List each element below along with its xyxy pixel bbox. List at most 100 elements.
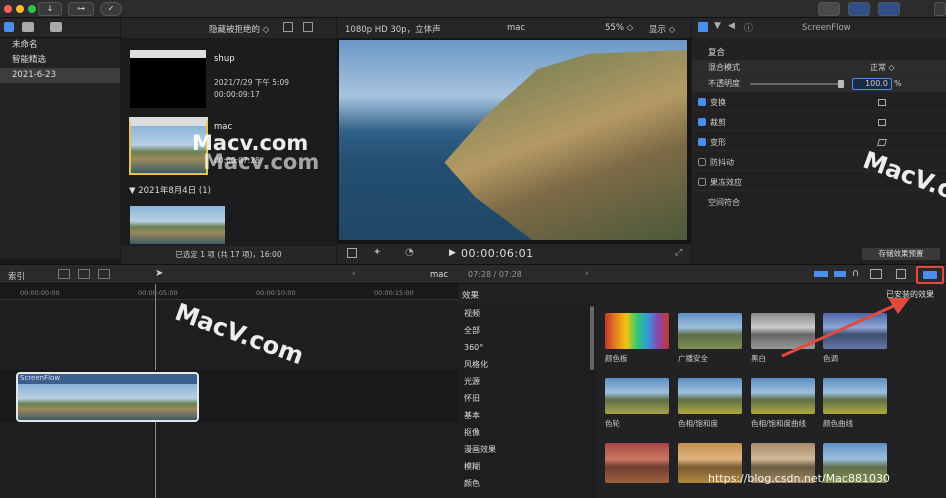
blend-mode-label: 混合模式 [708,63,740,72]
effects-icon [923,271,937,279]
keywords-button[interactable]: ⊶ [68,2,94,16]
close-window-button[interactable] [4,5,12,13]
timeline-clip[interactable]: ScreenFlow [16,372,199,422]
video-inspector-icon[interactable] [698,22,708,32]
back-arrow-icon[interactable]: ‹ [352,269,356,279]
category-stylize[interactable]: 风格化 [458,356,596,373]
clip-appearance-icon[interactable] [303,22,313,32]
info-icon[interactable]: ⓘ [744,21,753,34]
category-all[interactable]: 全部 [458,322,596,339]
effect-thumb-color-curves[interactable] [823,378,887,414]
category-keying[interactable]: 抠像 [458,424,596,441]
index-button[interactable]: 索引 [8,270,25,282]
play-icon[interactable]: ▶ [449,248,456,258]
viewer-header: 1080p HD 30p，立体声 mac 55% ◇ 显示 ◇ [337,18,691,38]
blend-mode-dropdown[interactable]: 正常 ◇ [870,60,895,76]
background-tasks-button[interactable]: ✓ [100,2,122,16]
clip-duration: 00:00:09:17 [214,90,260,99]
effect-thumb-color-board[interactable] [605,313,669,349]
audio-skimming-icon[interactable] [834,271,846,277]
crop-overlay-icon[interactable] [878,119,886,126]
category-blur[interactable]: 模糊 [458,458,596,475]
display-dropdown[interactable]: 显示 ◇ [649,23,675,35]
clip-frame [108,384,153,420]
zoom-window-button[interactable] [28,5,36,13]
append-clip-icon[interactable] [98,269,110,279]
photos-icon[interactable] [22,22,34,32]
stabilization-checkbox[interactable] [698,158,706,166]
event-date-header[interactable]: ▼ 2021年8月4日 (1) [129,184,211,196]
library-item-smart[interactable]: 智能精选 [0,53,120,68]
filter-dropdown[interactable]: 隐藏被拒绝的 ◇ [209,23,269,35]
clip-name: shup [214,54,235,64]
import-button[interactable]: ↓ [38,2,62,16]
crop-checkbox[interactable] [698,118,706,126]
insert-clip-icon[interactable] [78,269,90,279]
skimming-icon[interactable] [814,271,828,277]
browser-status: 已选定 1 项 (共 17 项)，16:00 [121,246,336,264]
select-tool-icon[interactable]: ➤ [155,268,163,279]
zoom-dropdown[interactable]: 55% ◇ [605,23,633,33]
inspector-toggle-icon[interactable] [934,2,946,16]
rolling-shutter-checkbox[interactable] [698,178,706,186]
effect-thumb-broadcast-safe[interactable] [678,313,742,349]
opacity-slider-handle[interactable] [838,80,844,88]
minimize-window-button[interactable] [16,5,24,13]
opacity-field[interactable]: 100.0 [852,78,892,90]
library-item-unnamed[interactable]: 未命名 [0,38,120,53]
viewer-panel: 1080p HD 30p，立体声 mac 55% ◇ 显示 ◇ ✦ ◔ ▶ 00… [337,18,691,264]
effects-browser-button[interactable] [916,266,944,284]
clip-date: 2021/7/29 下午 5:09 [214,78,290,87]
video-preview [339,40,687,240]
distort-checkbox[interactable] [698,138,706,146]
category-light[interactable]: 光源 [458,373,596,390]
category-video[interactable]: 视频 [458,305,596,322]
timecode: 00:00:06:01 [461,247,534,260]
distort-row[interactable]: 变形 [692,135,946,151]
titles-icon[interactable] [50,22,62,32]
top-toolbar: ↓ ⊶ ✓ [0,0,946,18]
timeline-ruler: 00:00:00:00 00:00:05:00 00:00:10:00 00:0… [0,284,458,300]
filter-icon[interactable]: ▼ [714,21,721,31]
speed-icon[interactable]: ◔ [405,247,414,258]
distort-overlay-icon[interactable] [877,139,887,146]
category-color[interactable]: 颜色 [458,475,596,492]
fullscreen-icon[interactable]: ⤢ [675,248,682,258]
filmstrip-icon[interactable] [283,22,293,32]
save-effects-preset-button[interactable]: 存储效果预置 [862,248,940,260]
annotation-arrow [781,298,910,358]
category-basics[interactable]: 基本 [458,407,596,424]
mountain-image [444,49,687,240]
transform-row[interactable]: 变换 [692,95,946,111]
grid-icon[interactable] [818,2,840,16]
headphones-icon[interactable]: ∩ [852,268,859,279]
effect-thumb-hue-saturation[interactable] [678,378,742,414]
opacity-unit: % [894,79,902,88]
category-nostalgia[interactable]: 怀旧 [458,390,596,407]
effect-thumb-color-wheels[interactable] [605,378,669,414]
clip-thumbnail-shup[interactable] [130,50,206,108]
category-comic[interactable]: 漫画效果 [458,441,596,458]
inspector-tabs: ▼ ◀ ⓘ ScreenFlow [692,18,946,38]
clip-thumbnail-event[interactable] [130,206,225,244]
effect-thumb-hue-sat-curves[interactable] [751,378,815,414]
transform-overlay-icon[interactable] [878,99,886,106]
library-item-event[interactable]: 2021-6-23 [0,68,120,83]
transform-icon[interactable] [347,248,357,258]
clip-appearance-icon[interactable] [870,269,882,279]
connect-clip-icon[interactable] [58,269,70,279]
effect-label: 色相/饱和度 [678,419,719,428]
forward-arrow-icon[interactable]: › [585,269,589,279]
transitions-icon[interactable] [896,269,906,279]
list-icon[interactable] [848,2,870,16]
viewer-footer: ✦ ◔ ▶ 00:00:06:01 ⤢ [337,244,691,264]
category-360[interactable]: 360° [458,339,596,356]
timeline-icon[interactable] [878,2,900,16]
magic-wand-icon[interactable]: ✦ [373,247,381,258]
opacity-slider[interactable] [750,83,842,85]
library-icon[interactable] [4,22,14,32]
crop-row[interactable]: 裁剪 [692,115,946,131]
audio-icon[interactable]: ◀ [728,21,735,31]
effect-thumb[interactable] [605,443,669,483]
transform-checkbox[interactable] [698,98,706,106]
